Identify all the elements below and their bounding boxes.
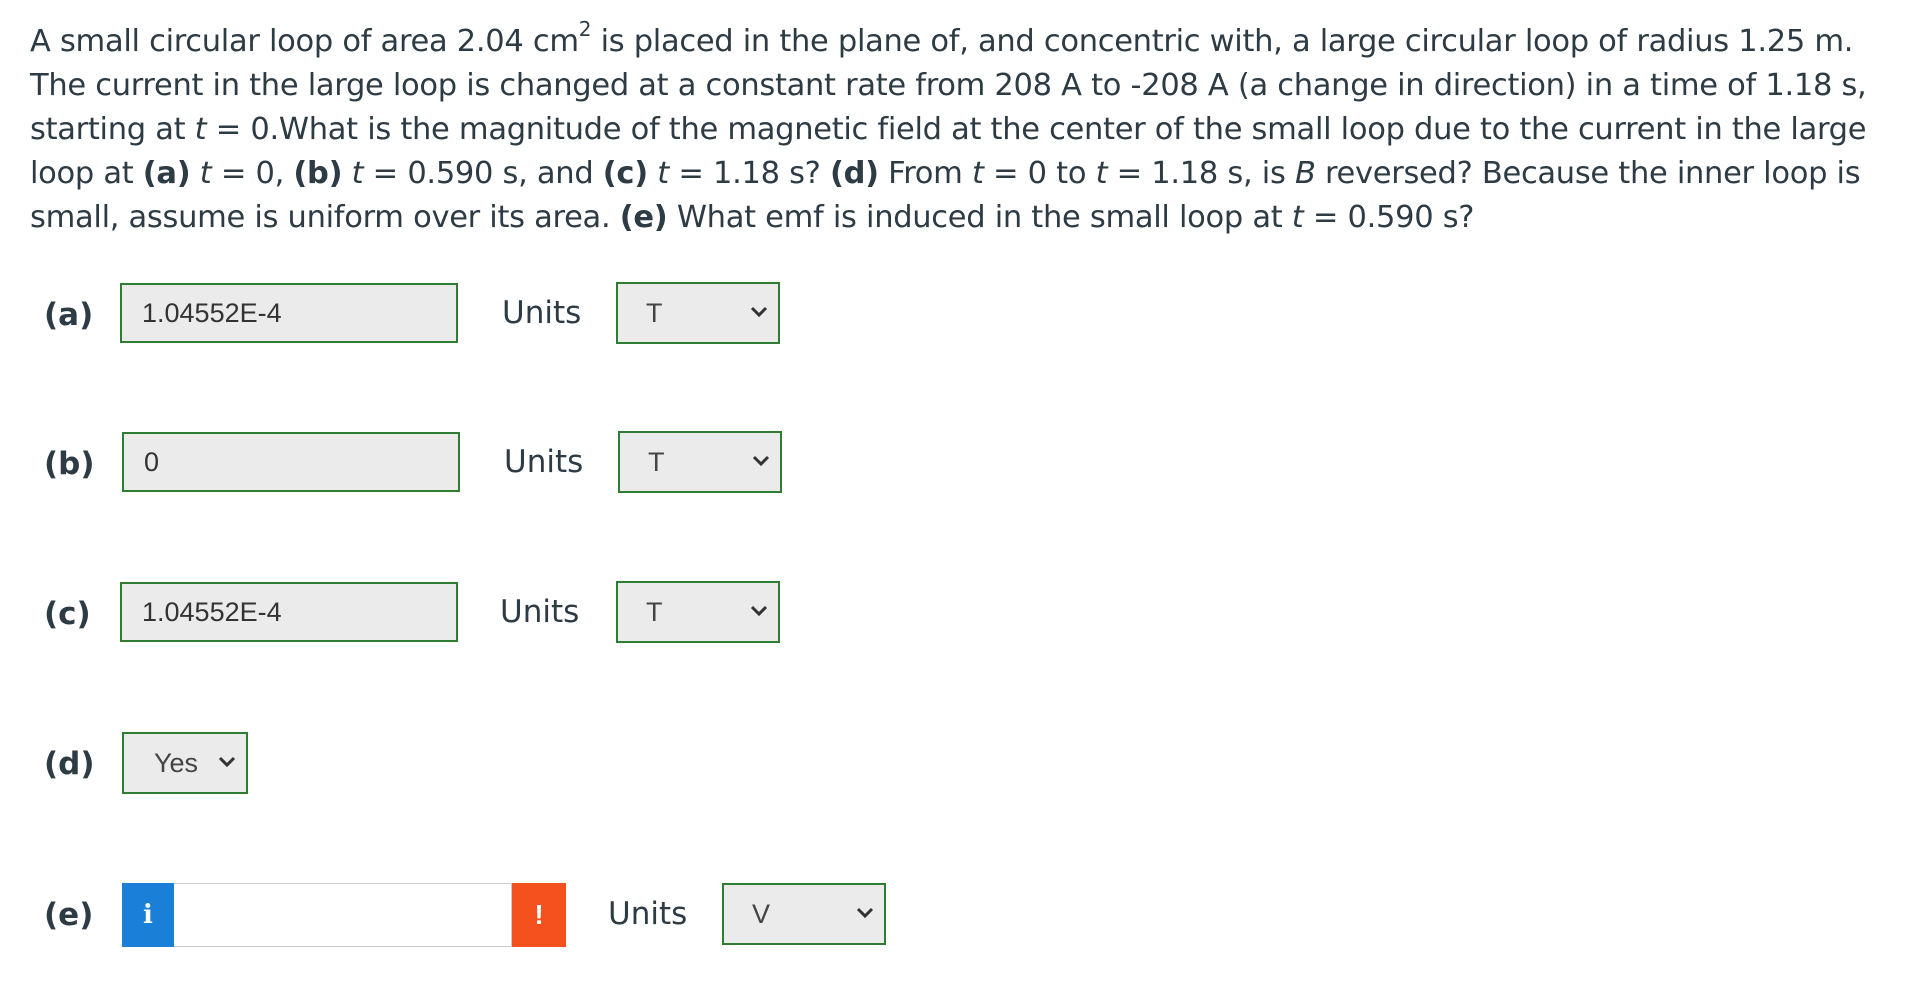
answer-input-a[interactable]: 1.04552E-4 (120, 283, 458, 343)
variable-t: t (351, 156, 364, 191)
question-segment: A small circular loop of area 2.04 cm (30, 24, 579, 59)
part-label-e: (e) (44, 897, 94, 933)
question-segment: = 1.18 s? (668, 156, 830, 191)
chevron-down-icon (750, 605, 768, 617)
variable-t: t (1095, 156, 1108, 191)
variable-b: B (1294, 156, 1316, 191)
answer-row-a: (a) 1.04552E-4 Units T (0, 282, 1924, 353)
question-segment: = 0 to (983, 156, 1096, 191)
question-text: A small circular loop of area 2.04 cm2 i… (30, 16, 1900, 240)
answer-input-b[interactable]: 0 (122, 432, 460, 492)
units-select-c-value: T (646, 597, 663, 627)
units-select-a[interactable]: T (616, 282, 780, 344)
part-label-d: (d) (44, 746, 95, 782)
units-select-a-value: T (646, 298, 663, 328)
part-label-b: (b) (44, 446, 95, 482)
chevron-down-icon (752, 455, 770, 467)
warning-icon[interactable]: ! (512, 883, 566, 947)
units-select-c[interactable]: T (616, 581, 780, 643)
units-label-e: Units (608, 896, 688, 932)
part-label-c: (c) (44, 596, 91, 632)
question-segment: From (878, 156, 972, 191)
chevron-down-icon (218, 756, 236, 768)
variable-t: t (194, 112, 207, 147)
variable-t: t (657, 156, 669, 191)
question-segment: = 0.590 s, and (363, 156, 603, 191)
question-segment: = 0, (211, 156, 294, 191)
part-ref-a: (a) (142, 156, 191, 191)
part-label-a: (a) (44, 297, 94, 333)
units-label-c: Units (500, 594, 580, 630)
info-icon[interactable]: i (122, 883, 174, 947)
variable-t: t (199, 156, 212, 191)
chevron-down-icon (856, 907, 874, 919)
variable-t: t (1291, 200, 1304, 235)
units-select-b[interactable]: T (618, 431, 782, 493)
part-ref-e: (e) (619, 200, 668, 235)
answer-input-c[interactable]: 1.04552E-4 (120, 582, 458, 642)
part-ref-c: (c) (602, 156, 648, 191)
yes-no-select-d[interactable]: Yes (122, 732, 248, 794)
answer-row-c: (c) 1.04552E-4 Units T (0, 581, 1924, 652)
question-segment: = 1.18 s, is (1107, 156, 1295, 191)
part-ref-b: (b) (293, 156, 343, 191)
superscript: 2 (578, 16, 592, 41)
answer-input-e[interactable] (174, 883, 512, 947)
units-select-b-value: T (648, 447, 665, 477)
part-ref-d: (d) (829, 156, 879, 191)
yes-no-select-d-value: Yes (154, 748, 199, 778)
units-select-e[interactable]: V (722, 883, 886, 945)
answer-row-b: (b) 0 Units T (0, 431, 1924, 502)
question-segment: = 0.590 s? (1303, 200, 1475, 235)
variable-t: t (971, 156, 984, 191)
answer-row-e: (e) i ! Units V (0, 883, 1924, 953)
units-select-e-value: V (752, 899, 771, 929)
units-label-a: Units (502, 295, 582, 331)
question-segment: What emf is induced in the small loop at (667, 200, 1292, 235)
units-label-b: Units (504, 444, 584, 480)
answer-row-d: (d) Yes (0, 732, 1924, 802)
chevron-down-icon (750, 306, 768, 318)
